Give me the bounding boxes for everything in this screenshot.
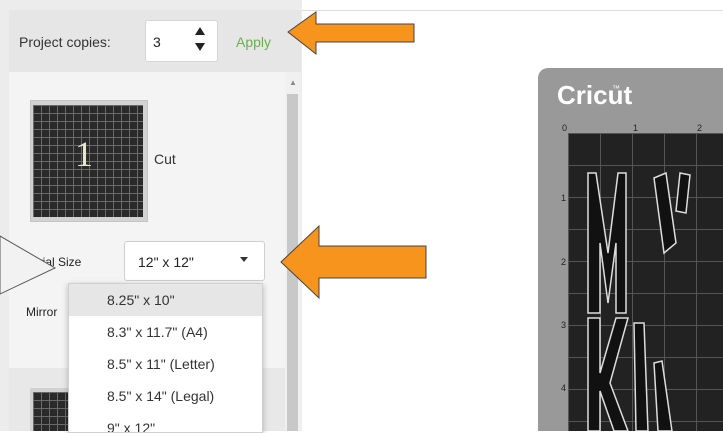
trademark-mark: ™ [612, 84, 620, 93]
ruler-top-label: 1 [633, 123, 639, 133]
project-copies-label: Project copies: [19, 34, 111, 50]
arrow-pointer-icon [280, 224, 427, 300]
ruler-left-label: 1 [561, 193, 567, 203]
material-size-value[interactable]: 12" x 12" [138, 254, 194, 270]
mirror-label: Mirror [26, 305, 58, 319]
ruler-left-label: 2 [561, 257, 567, 267]
mat-number: 1 [75, 134, 93, 174]
ruler-left-label: 4 [561, 383, 567, 393]
dropdown-option[interactable]: 8.3" x 11.7" (A4) [69, 316, 262, 348]
dropdown-option[interactable]: 8.5" x 11" (Letter) [69, 348, 262, 380]
dropdown-option[interactable]: 8.25" x 10" [69, 284, 262, 316]
scroll-up-icon[interactable]: ▲ [289, 78, 297, 87]
callout-pointer-icon [0, 235, 57, 295]
dropdown-option[interactable]: 9" x 12" [69, 412, 262, 432]
cricut-logo: Cricut [557, 80, 633, 110]
material-size-dropdown[interactable]: 8.25" x 10" 8.3" x 11.7" (A4) 8.5" x 11"… [68, 283, 263, 433]
ruler-top-label: 2 [697, 123, 703, 133]
arrow-pointer-icon [287, 11, 415, 56]
apply-button[interactable]: Apply [236, 34, 271, 50]
ruler-left-label: 3 [561, 320, 567, 330]
chevron-down-icon[interactable] [240, 257, 248, 262]
ruler-top-label: 0 [562, 123, 568, 133]
dropdown-option[interactable]: 8.5" x 14" (Legal) [69, 380, 262, 412]
design-letters-icon [587, 171, 691, 431]
stepper-arrows-icon[interactable] [193, 25, 207, 53]
copies-value[interactable]: 3 [153, 34, 161, 50]
cut-label: Cut [154, 151, 176, 167]
